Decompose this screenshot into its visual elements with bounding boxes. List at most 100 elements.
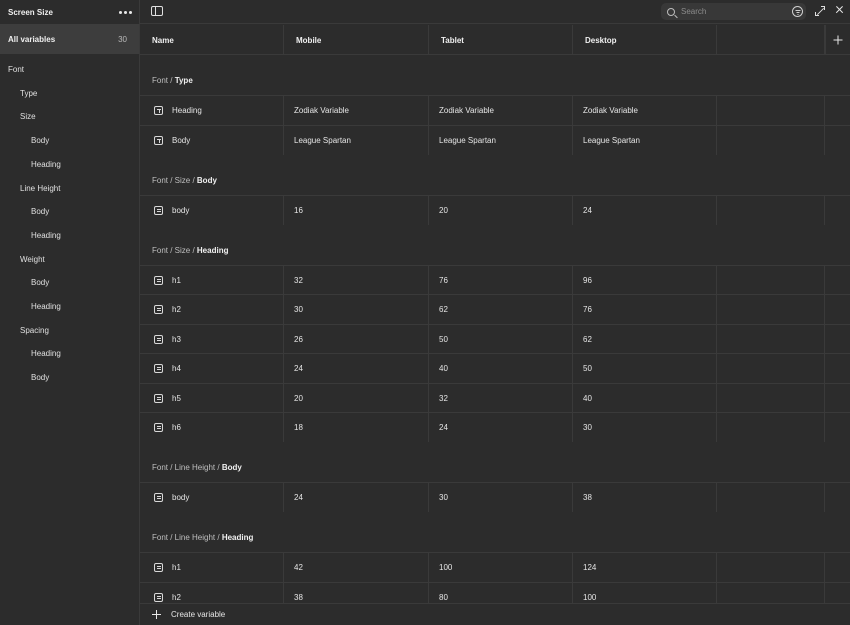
variable-value-cell[interactable]: 40 (429, 354, 573, 383)
filter-icon[interactable] (792, 6, 803, 17)
variable-value-cell[interactable]: 24 (573, 195, 717, 225)
variable-value-cell[interactable]: 30 (573, 413, 717, 442)
string-type-icon (154, 135, 163, 145)
variable-value-cell[interactable]: 100 (429, 553, 573, 582)
variable-value-cell[interactable]: League Spartan (573, 125, 717, 155)
variables-app: Screen Size All variables 30 Font Type Siz… (0, 0, 850, 625)
table-row[interactable]: Body League Spartan League Spartan League S… (140, 124, 850, 155)
variable-value-cell[interactable]: 24 (429, 413, 573, 442)
variable-name-cell[interactable]: Body (140, 125, 284, 155)
table-row[interactable]: h3 26 50 62 (140, 323, 850, 354)
variable-value-cell[interactable]: 96 (573, 265, 717, 295)
variable-name-cell[interactable]: h2 (140, 295, 284, 324)
variable-name-cell[interactable]: Heading (140, 96, 284, 125)
variable-value-cell[interactable]: 62 (429, 295, 573, 324)
variable-name-cell[interactable]: body (140, 195, 284, 225)
variable-name: Heading (172, 106, 202, 115)
column-header-mode[interactable]: Desktop (573, 25, 717, 55)
variable-value-cell[interactable]: 62 (573, 324, 717, 354)
sidebar-item-all-variables[interactable]: All variables 30 (0, 24, 139, 54)
variable-value-cell[interactable]: 24 (284, 354, 429, 383)
variable-value-cell[interactable]: League Spartan (429, 125, 573, 155)
table-row[interactable]: h2 30 62 76 (140, 294, 850, 324)
variable-value-cell[interactable]: 26 (284, 324, 429, 354)
variable-value-cell[interactable]: 76 (429, 265, 573, 295)
column-header-name[interactable]: Name (140, 25, 284, 55)
variable-name-cell[interactable]: h1 (140, 265, 284, 295)
table-row[interactable]: h5 20 32 40 (140, 382, 850, 413)
variable-name-cell[interactable]: body (140, 483, 284, 512)
variable-value-cell[interactable]: 38 (573, 483, 717, 512)
empty-cell (717, 354, 825, 383)
add-mode-button[interactable] (825, 25, 850, 55)
group-title: Font / Size / Body (152, 176, 217, 185)
variable-value-cell[interactable]: 32 (429, 383, 573, 413)
variable-name: h1 (172, 563, 181, 572)
variable-value-cell[interactable]: 24 (284, 483, 429, 512)
more-options-icon[interactable] (119, 7, 132, 18)
number-type-icon (154, 364, 163, 373)
sidebar-group-item[interactable]: Body (31, 373, 49, 383)
variable-value-cell[interactable]: Zodiak Variable (429, 96, 573, 125)
main-panel: NameMobileTabletDesktop Font / Type Headi… (140, 0, 850, 625)
column-header-mode[interactable]: Mobile (284, 25, 429, 55)
sidebar-group-item[interactable]: Heading (31, 231, 61, 241)
variable-name-cell[interactable]: h6 (140, 413, 284, 442)
table-row[interactable]: Heading Zodiak Variable Zodiak Variable Zod… (140, 95, 850, 125)
sidebar-group-item[interactable]: Body (31, 207, 49, 217)
sidebar-group-item[interactable]: Spacing (20, 326, 49, 336)
expand-icon[interactable] (815, 6, 825, 16)
table-row[interactable]: h1 32 76 96 (140, 264, 850, 295)
variable-name: body (172, 493, 190, 502)
variable-value-cell[interactable]: 30 (284, 295, 429, 324)
table-row[interactable]: body 16 20 24 (140, 194, 850, 225)
variable-value-cell[interactable]: 50 (429, 324, 573, 354)
table-row[interactable]: h4 24 40 50 (140, 353, 850, 383)
variable-value-cell[interactable]: 32 (284, 265, 429, 295)
variable-value-cell[interactable]: 18 (284, 413, 429, 442)
number-type-icon (154, 393, 163, 403)
sidebar-group-item[interactable]: Body (31, 136, 49, 146)
sidebar-group-item[interactable]: Heading (31, 349, 61, 359)
variable-value-cell[interactable]: 124 (573, 553, 717, 582)
variable-value-cell[interactable]: 50 (573, 354, 717, 383)
close-icon[interactable] (834, 4, 846, 16)
sidebar-group-item[interactable]: Heading (31, 160, 61, 170)
variable-name-cell[interactable]: h1 (140, 553, 284, 582)
variable-value-cell[interactable]: 16 (284, 195, 429, 225)
sidebar-group-item[interactable]: Body (31, 278, 49, 288)
table-row[interactable]: body 24 30 38 (140, 482, 850, 512)
variable-value-cell[interactable]: League Spartan (284, 125, 429, 155)
sidebar-group-item[interactable]: Type (20, 89, 37, 99)
variable-value-cell[interactable]: Zodiak Variable (573, 96, 717, 125)
search-input[interactable] (681, 7, 781, 16)
sidebar-group-item[interactable]: Line Height (20, 184, 60, 194)
sidebar-group-item[interactable]: Font (8, 65, 24, 75)
table-row[interactable]: h1 42 100 124 (140, 552, 850, 582)
column-header-empty (717, 25, 825, 55)
column-header-mode[interactable]: Tablet (429, 25, 573, 55)
sidebar-group-item[interactable]: Heading (31, 302, 61, 312)
variable-name-cell[interactable]: h4 (140, 354, 284, 383)
variable-name-cell[interactable]: h5 (140, 383, 284, 413)
string-type-icon (154, 106, 163, 115)
table-header: Name Mobile Tablet Desktop (140, 25, 850, 55)
group-leaf: Body (221, 463, 242, 472)
variable-value-cell[interactable]: Zodiak Variable (284, 96, 429, 125)
variable-value-cell[interactable]: 20 (429, 195, 573, 225)
sidebar-group-item[interactable]: Size (20, 112, 36, 122)
sidebar-group-item[interactable]: Weight (20, 255, 45, 265)
create-variable-button[interactable]: Create variable (140, 603, 850, 625)
variable-value-cell[interactable]: 20 (284, 383, 429, 413)
group-path: Font / Size / (152, 175, 197, 185)
group-leaf: Type (174, 76, 193, 85)
variable-value-cell[interactable]: 40 (573, 383, 717, 413)
variable-value-cell[interactable]: 42 (284, 553, 429, 582)
group-title: Font / Line Height / Body (152, 463, 242, 472)
sidebar-toggle-icon[interactable] (151, 6, 163, 16)
collection-title[interactable]: Screen Size (8, 8, 53, 17)
table-row[interactable]: h6 18 24 30 (140, 412, 850, 442)
variable-name-cell[interactable]: h3 (140, 324, 284, 354)
variable-value-cell[interactable]: 76 (573, 295, 717, 324)
variable-value-cell[interactable]: 30 (429, 483, 573, 512)
